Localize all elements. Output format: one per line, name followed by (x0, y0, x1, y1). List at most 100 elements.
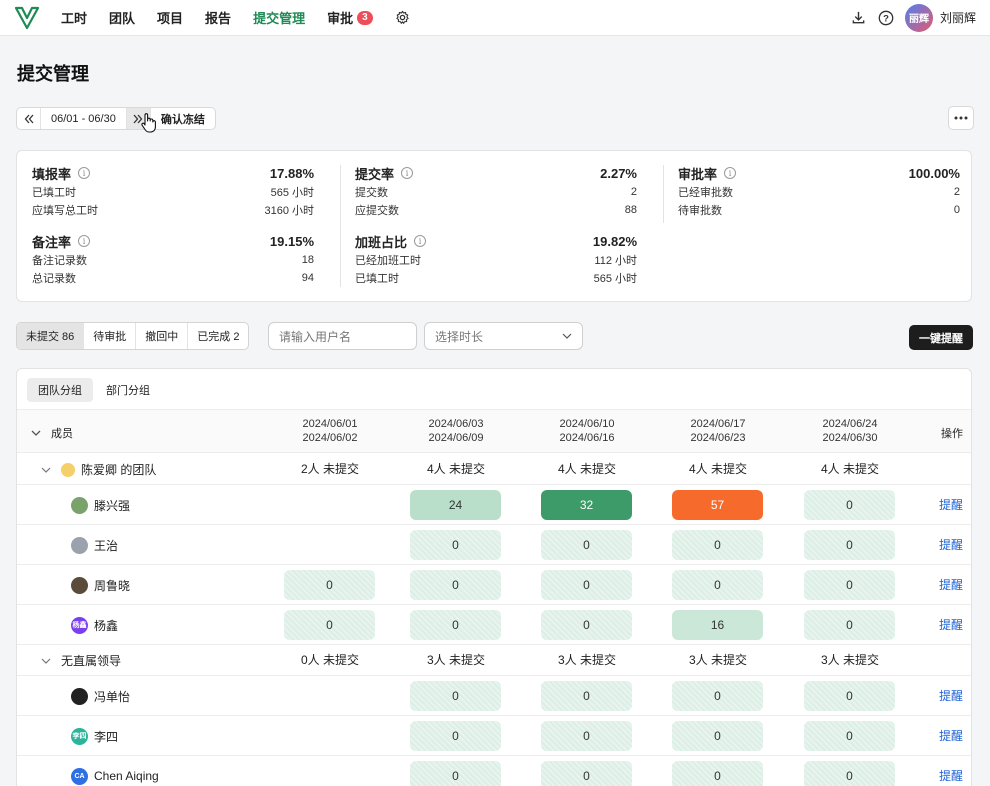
team-emoji-icon (61, 462, 75, 477)
group-summary-cell: 4人 未提交 (557, 462, 616, 476)
remind-link[interactable]: 提醒 (939, 676, 963, 716)
remind-link[interactable]: 提醒 (939, 716, 963, 756)
username-search-input[interactable]: 请输入用户名 (268, 322, 417, 350)
stat-value: 19.82% (592, 233, 637, 249)
more-options-button[interactable] (948, 106, 974, 130)
tab-department-group[interactable]: 部门分组 (95, 378, 161, 402)
stat-row-value: 2 (953, 186, 960, 198)
tab-withdrawing[interactable]: 撤回中 (136, 323, 189, 349)
hours-cell[interactable]: 0 (672, 570, 763, 600)
nav-item-project[interactable]: 项目 (146, 0, 194, 36)
member-avatar (71, 687, 88, 705)
nav-item-team[interactable]: 团队 (98, 0, 146, 36)
stat-row-label: 待审批数 (678, 205, 722, 217)
hours-cell[interactable]: 0 (541, 610, 632, 640)
stat-row-value: 565 小时 (593, 273, 637, 285)
settings-button[interactable] (384, 0, 421, 36)
chevron-down-icon (562, 333, 572, 339)
member-row: 杨鑫 杨鑫 0 0 0 16 0 提醒 (17, 605, 971, 645)
hours-cell[interactable]: 0 (541, 530, 632, 560)
confirm-freeze-button[interactable]: 确认冻结 (151, 108, 215, 129)
duration-select[interactable]: 选择时长 (424, 322, 583, 350)
hours-cell[interactable]: 24 (410, 490, 501, 520)
app-logo[interactable] (14, 6, 40, 30)
group-name-cell: 陈爱卿 的团队 (31, 454, 156, 485)
hours-cell[interactable]: 0 (804, 610, 895, 640)
member-avatar: CA (71, 767, 88, 785)
nav-item-submission-management[interactable]: 提交管理 (242, 0, 316, 36)
member-column-header[interactable]: 成员 (31, 425, 73, 441)
info-icon[interactable]: i (78, 167, 91, 179)
duration-select-placeholder: 选择时长 (435, 329, 484, 344)
period-end: 2024/06/09 (428, 432, 484, 444)
download-button[interactable] (850, 9, 868, 27)
info-icon[interactable]: i (401, 167, 414, 179)
hours-cell[interactable]: 0 (410, 610, 501, 640)
remind-link[interactable]: 提醒 (939, 565, 963, 605)
hours-cell[interactable]: 0 (284, 570, 375, 600)
hours-cell[interactable]: 0 (672, 530, 763, 560)
info-icon[interactable]: i (78, 235, 91, 247)
remind-link[interactable]: 提醒 (939, 525, 963, 565)
tab-pending-approval[interactable]: 待审批 (84, 323, 137, 349)
more-horizontal-icon (954, 116, 968, 120)
hours-cell[interactable]: 32 (541, 490, 632, 520)
chevron-down-icon[interactable] (41, 465, 51, 475)
nav-item-approval[interactable]: 审批 3 (316, 0, 384, 36)
hours-cell[interactable]: 0 (672, 761, 763, 786)
info-icon[interactable]: i (414, 235, 427, 247)
hours-cell[interactable]: 0 (672, 681, 763, 711)
hours-cell[interactable]: 0 (804, 681, 895, 711)
nav-item-worktime[interactable]: 工时 (50, 0, 98, 36)
remind-all-button[interactable]: 一键提醒 (909, 325, 973, 350)
stat-row-label: 已填工时 (355, 273, 399, 285)
member-avatar (71, 576, 88, 594)
remind-link[interactable]: 提醒 (939, 485, 963, 525)
hours-cell[interactable]: 0 (410, 570, 501, 600)
chevron-down-icon[interactable] (41, 656, 51, 666)
hours-cell[interactable]: 57 (672, 490, 763, 520)
group-row[interactable]: 无直属领导 0人 未提交 3人 未提交 3人 未提交 3人 未提交 3人 未提交 (17, 645, 971, 676)
nav-item-label: 报告 (205, 11, 232, 26)
stat-row-label: 已经加班工时 (355, 255, 421, 267)
hours-cell[interactable]: 0 (804, 570, 895, 600)
stat-row-value: 18 (301, 254, 314, 266)
member-name: 周鲁晓 (94, 578, 131, 593)
nav-item-report[interactable]: 报告 (194, 0, 242, 36)
member-name-cell: CA Chen Aiqing (71, 756, 159, 786)
hours-cell[interactable]: 0 (541, 681, 632, 711)
hours-cell[interactable]: 0 (804, 530, 895, 560)
tab-not-submitted[interactable]: 未提交 86 (17, 323, 85, 349)
hours-cell[interactable]: 0 (804, 721, 895, 751)
hours-cell[interactable]: 0 (804, 761, 895, 786)
hours-cell[interactable]: 0 (410, 681, 501, 711)
stat-row-label: 总记录数 (32, 273, 76, 285)
stat-label: 提交率 (355, 166, 395, 182)
hours-cell[interactable]: 0 (672, 721, 763, 751)
tab-team-group[interactable]: 团队分组 (27, 378, 93, 402)
hours-cell[interactable]: 0 (410, 530, 501, 560)
hours-cell[interactable]: 0 (541, 761, 632, 786)
remind-link[interactable]: 提醒 (939, 756, 963, 786)
stat-row-value: 3160 小时 (264, 205, 314, 217)
hours-cell[interactable]: 0 (541, 721, 632, 751)
nav-item-label: 提交管理 (253, 11, 306, 26)
gear-icon (395, 10, 409, 24)
help-button[interactable]: ? (877, 9, 895, 27)
hours-cell[interactable]: 0 (804, 490, 895, 520)
hours-cell[interactable]: 0 (284, 610, 375, 640)
hours-cell[interactable]: 0 (410, 721, 501, 751)
hours-cell[interactable]: 0 (541, 570, 632, 600)
previous-range-button[interactable] (17, 108, 41, 129)
group-row[interactable]: 陈爱卿 的团队 2人 未提交 4人 未提交 4人 未提交 4人 未提交 4人 未提交 (17, 454, 971, 485)
hours-cell[interactable]: 16 (672, 610, 763, 640)
stat-value: 17.88% (269, 165, 314, 181)
tab-completed[interactable]: 已完成 2 (188, 323, 248, 349)
remind-link[interactable]: 提醒 (939, 605, 963, 645)
period-start: 2024/06/24 (822, 418, 878, 430)
user-name[interactable]: 刘丽辉 (940, 9, 976, 26)
info-icon[interactable]: i (724, 167, 737, 179)
user-avatar[interactable]: 丽辉 (904, 3, 933, 32)
hours-cell[interactable]: 0 (410, 761, 501, 786)
date-range-text[interactable]: 06/01 - 06/30 (41, 108, 127, 129)
